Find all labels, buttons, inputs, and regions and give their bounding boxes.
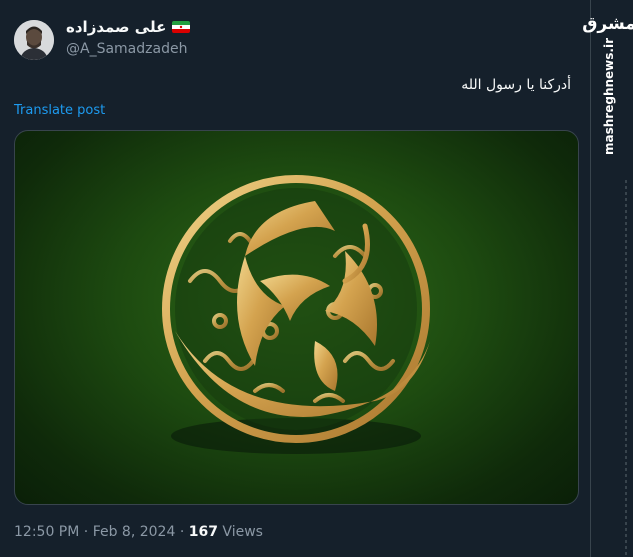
tweet-media-image[interactable] (14, 130, 579, 505)
avatar[interactable] (14, 20, 54, 60)
meta-separator-2: · (179, 524, 185, 540)
views-label: Views (222, 524, 263, 540)
tweet-time[interactable]: 12:50 PM (14, 524, 79, 540)
calligraphy-medallion-image (162, 175, 430, 454)
watermark-url: mashreghnews.ir (602, 38, 616, 155)
watermark: مشرق mashreghnews.ir (582, 14, 633, 155)
iran-flag-icon (172, 21, 191, 33)
tweet-text: أدركنا يا رسول الله (461, 77, 571, 93)
translate-post-link[interactable]: Translate post (14, 103, 105, 118)
tweet-date[interactable]: Feb 8, 2024 (93, 524, 176, 540)
display-name[interactable]: علی صمدزاده (66, 18, 166, 36)
views-count: 167 (188, 524, 218, 540)
meta-separator: · (83, 524, 89, 540)
column-divider (590, 0, 591, 557)
tweet-meta: 12:50 PM · Feb 8, 2024 · 167 Views (14, 524, 263, 540)
display-name-row[interactable]: علی صمدزاده (66, 18, 191, 36)
tweet-page: علی صمدزاده @A_Samadzadeh أدركنا يا رسول… (0, 0, 633, 557)
watermark-logo: مشرق (582, 14, 633, 34)
scrollbar-track[interactable] (625, 180, 627, 557)
user-handle[interactable]: @A_Samadzadeh (66, 41, 187, 57)
